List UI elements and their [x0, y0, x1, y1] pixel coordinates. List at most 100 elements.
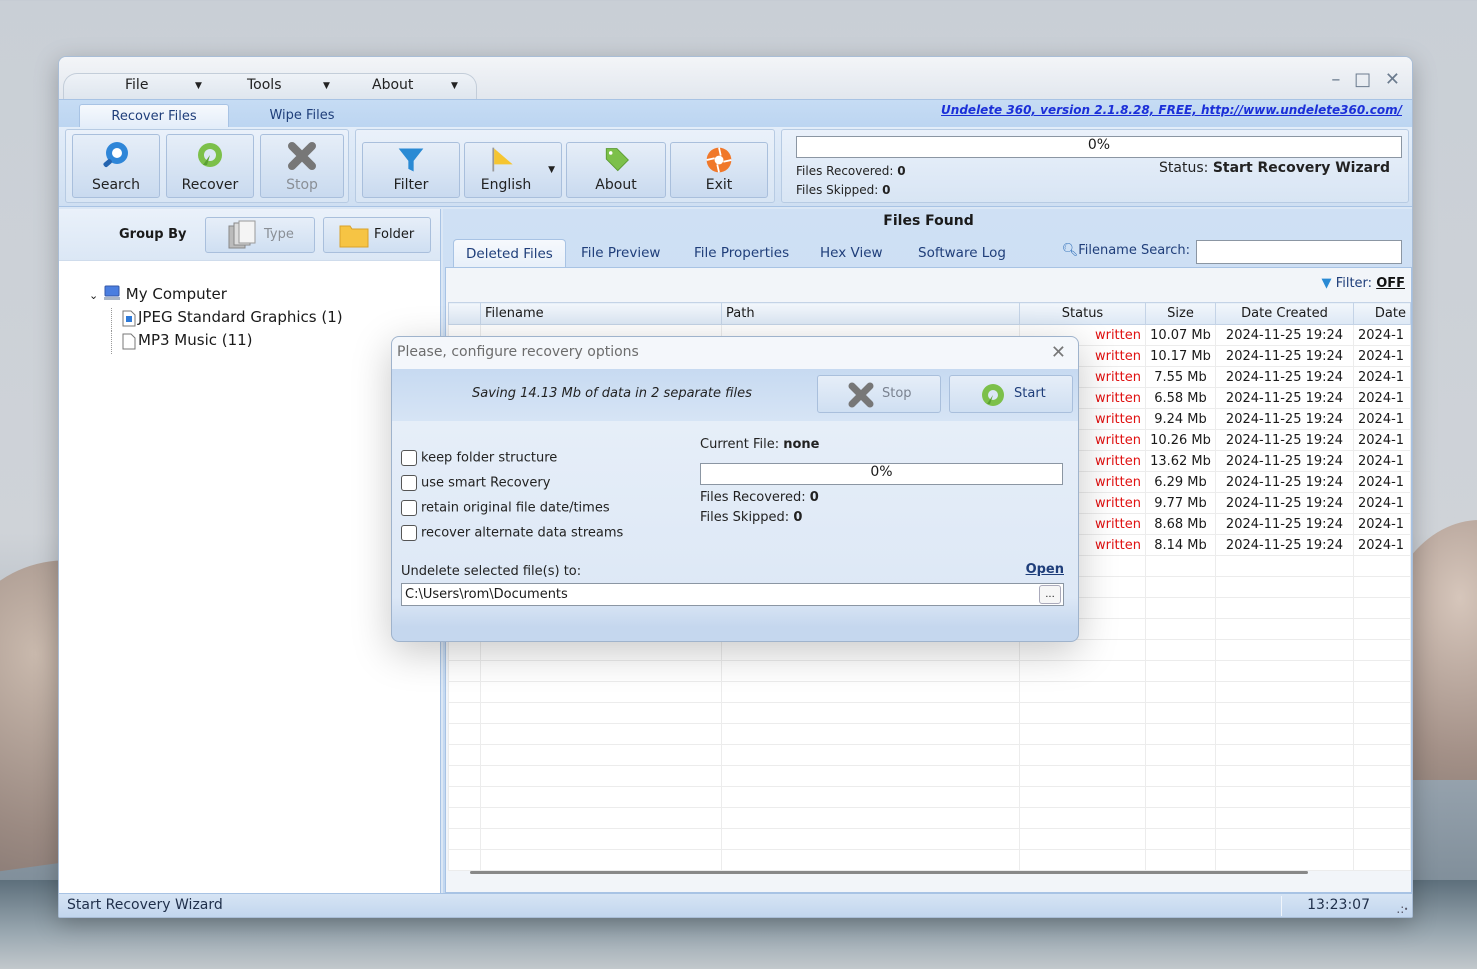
language-button[interactable]: English ▼ — [464, 142, 562, 198]
horizontal-scrollbar[interactable] — [470, 871, 1308, 874]
search-button[interactable]: Search — [72, 134, 160, 198]
filename-search-input[interactable] — [1196, 240, 1402, 264]
chevron-down-icon[interactable]: ▼ — [195, 81, 202, 91]
ribbon-group-settings: Filter English ▼ About Exit — [355, 129, 775, 203]
column-header-date-created[interactable]: Date Created — [1215, 302, 1354, 325]
main-progress-bar: 0% — [796, 136, 1402, 158]
stop-icon — [288, 142, 316, 170]
checkbox[interactable] — [401, 475, 417, 491]
ribbon-group-progress: 0% Files Recovered: 0 Files Skipped: 0 S… — [781, 129, 1409, 203]
cell-status — [1019, 828, 1146, 850]
column-header-size[interactable]: Size — [1145, 302, 1216, 325]
cell-status — [1019, 702, 1146, 724]
dialog-files-skipped: Files Skipped: 0 — [700, 510, 803, 525]
row-select — [448, 681, 481, 703]
dialog-start-button[interactable]: Start — [949, 375, 1073, 413]
cell-path — [721, 639, 1020, 661]
option-use-smart-recovery[interactable]: use smart Recovery — [401, 475, 550, 491]
ribbon-group-actions: Search Recover Stop — [65, 129, 349, 203]
recover-icon — [982, 384, 1004, 406]
recovery-options-dialog: Please, configure recovery options ✕ Sav… — [391, 336, 1079, 642]
cell-status — [1019, 639, 1146, 661]
cell-date — [1353, 639, 1411, 661]
cell-date: 2024-1 — [1353, 450, 1411, 472]
cell-size: 7.55 Mb — [1145, 366, 1216, 388]
column-header-date[interactable]: Date — [1353, 302, 1411, 325]
tab-deleted-files[interactable]: Deleted Files — [453, 239, 566, 268]
cell-date — [1353, 576, 1411, 598]
cell-date-created — [1215, 702, 1354, 724]
group-by-folder-button[interactable]: Folder — [323, 217, 431, 253]
menu-about[interactable]: About — [372, 77, 413, 93]
tree-node-jpeg[interactable]: JPEG Standard Graphics (1) — [111, 308, 343, 331]
maximize-button[interactable]: □ — [1354, 69, 1375, 90]
option-retain-file-dates[interactable]: retain original file date/times — [401, 500, 610, 516]
cell-size — [1145, 765, 1216, 787]
cell-status — [1019, 681, 1146, 703]
column-header-select[interactable] — [448, 302, 481, 325]
menu-file[interactable]: File — [125, 77, 148, 93]
open-link[interactable]: Open — [1026, 562, 1064, 577]
cell-size: 13.62 Mb — [1145, 450, 1216, 472]
cell-path — [721, 828, 1020, 850]
documents-icon — [228, 220, 256, 249]
destination-path-input[interactable]: C:\Users\rom\Documents ... — [401, 583, 1064, 606]
exit-button[interactable]: Exit — [670, 142, 768, 198]
cell-size — [1145, 723, 1216, 745]
version-link[interactable]: Undelete 360, version 2.1.8.28, FREE, ht… — [941, 103, 1402, 117]
tab-hex-view[interactable]: Hex View — [820, 245, 883, 261]
saving-summary: Saving 14.13 Mb of data in 2 separate fi… — [472, 386, 752, 401]
column-header-status[interactable]: Status — [1019, 302, 1146, 325]
cell-size: 10.07 Mb — [1145, 324, 1216, 346]
file-tree: ⌄ My Computer JPEG Standard Graphics (1)… — [89, 285, 343, 354]
filter-button[interactable]: Filter — [362, 142, 460, 198]
row-select — [448, 849, 481, 871]
cell-date-created — [1215, 660, 1354, 682]
row-select — [448, 828, 481, 850]
group-by-type-button[interactable]: Type — [205, 217, 315, 253]
chevron-down-icon[interactable]: ▼ — [451, 81, 458, 91]
dialog-stop-button[interactable]: Stop — [817, 375, 941, 413]
tab-file-properties[interactable]: File Properties — [694, 245, 789, 261]
column-header-path[interactable]: Path — [721, 302, 1020, 325]
folder-icon — [339, 225, 369, 248]
resize-grip-icon[interactable]: .:ꞏ — [1396, 900, 1408, 917]
tab-software-log[interactable]: Software Log — [918, 245, 1006, 261]
menu-tools[interactable]: Tools — [247, 77, 282, 93]
option-keep-folder-structure[interactable]: keep folder structure — [401, 450, 557, 466]
cell-date — [1353, 702, 1411, 724]
option-recover-alternate-streams[interactable]: recover alternate data streams — [401, 525, 623, 541]
image-file-icon — [122, 310, 136, 327]
checkbox[interactable] — [401, 525, 417, 541]
tree-node-mp3[interactable]: MP3 Music (11) — [111, 331, 343, 354]
chevron-down-icon[interactable]: ▼ — [548, 165, 555, 175]
table-row-empty — [448, 744, 1411, 766]
checkbox[interactable] — [401, 500, 417, 516]
cell-size — [1145, 660, 1216, 682]
cell-size: 6.29 Mb — [1145, 471, 1216, 493]
about-button[interactable]: About — [566, 142, 666, 198]
browse-button[interactable]: ... — [1039, 585, 1061, 604]
minimize-button[interactable]: – — [1331, 69, 1344, 90]
window-controls: – □ ✕ — [1331, 69, 1404, 90]
dialog-close-button[interactable]: ✕ — [1051, 342, 1066, 363]
cell-path — [721, 765, 1020, 787]
tree-node-my-computer[interactable]: ⌄ My Computer — [89, 285, 343, 308]
chevron-down-icon[interactable]: ▼ — [323, 81, 330, 91]
cell-size — [1145, 849, 1216, 871]
checkbox[interactable] — [401, 450, 417, 466]
chevron-down-icon[interactable]: ⌄ — [89, 289, 98, 302]
tab-file-preview[interactable]: File Preview — [581, 245, 660, 261]
stop-button[interactable]: Stop — [260, 134, 344, 198]
column-header-filename[interactable]: Filename — [480, 302, 722, 325]
recover-button[interactable]: Recover — [166, 134, 254, 198]
cell-date: 2024-1 — [1353, 429, 1411, 451]
tab-wipe-files[interactable]: Wipe Files — [227, 104, 377, 128]
tab-recover-files[interactable]: Recover Files — [79, 104, 229, 128]
filter-toggle[interactable]: ▼ Filter: OFF — [1322, 276, 1405, 291]
table-row-empty — [448, 660, 1411, 682]
close-button[interactable]: ✕ — [1385, 69, 1404, 90]
cell-status — [1019, 849, 1146, 871]
cell-size — [1145, 597, 1216, 619]
dialog-title: Please, configure recovery options — [397, 344, 639, 360]
